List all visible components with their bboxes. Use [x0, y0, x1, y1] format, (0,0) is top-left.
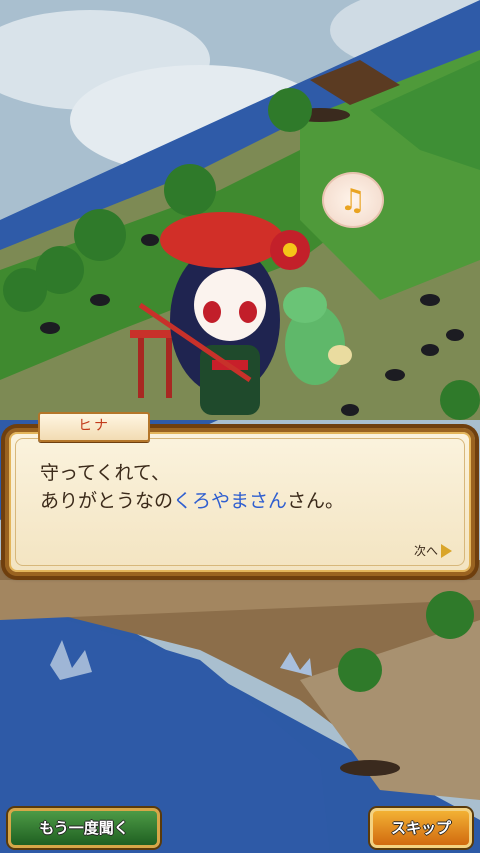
music-note-icon: ♫	[322, 172, 384, 228]
next-arrow-icon	[441, 543, 452, 558]
dialogue-line-2-prefix: ありがとうなの	[40, 490, 174, 512]
dialogue-line-2-suffix: さん。	[287, 490, 345, 512]
boat	[340, 760, 400, 776]
speaker-nameplate: ヒナ	[38, 412, 150, 442]
dialogue-line-2: ありがとうなのくろやまさんさん。	[40, 486, 344, 513]
skip-button[interactable]: スキップ	[370, 808, 472, 848]
dialogue-line-1: 守ってくれて、	[40, 462, 170, 484]
music-note-glyph: ♫	[339, 182, 367, 218]
replay-voice-button[interactable]: もう一度聞く	[8, 808, 160, 848]
player-name-highlight: くろやまさん	[173, 490, 288, 512]
next-label: 次へ	[413, 544, 438, 558]
next-indicator[interactable]: 次へ	[414, 542, 452, 559]
